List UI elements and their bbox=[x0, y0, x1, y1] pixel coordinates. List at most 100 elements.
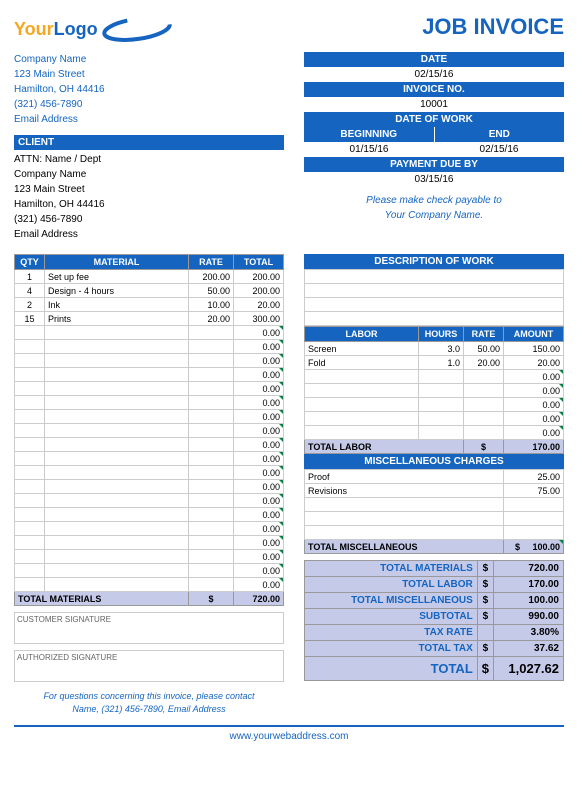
desc-header: DESCRIPTION OF WORK bbox=[304, 254, 564, 269]
sum-lab-label: TOTAL LABOR bbox=[305, 577, 478, 593]
invno-value: 10001 bbox=[304, 97, 564, 112]
sum-lab: 170.00 bbox=[494, 577, 564, 593]
table-row: 0.00 bbox=[15, 578, 284, 592]
table-row: 0.00 bbox=[305, 412, 564, 426]
table-row: Screen3.050.00150.00 bbox=[305, 342, 564, 356]
table-row: 2Ink10.0020.00 bbox=[15, 298, 284, 312]
th-labor: LABOR bbox=[305, 327, 419, 342]
date-header: DATE bbox=[304, 52, 564, 67]
swoosh-icon bbox=[102, 14, 192, 44]
due-value: 03/15/16 bbox=[304, 172, 564, 187]
materials-total-row: TOTAL MATERIALS$720.00 bbox=[15, 592, 284, 606]
labor-table: LABOR HOURS RATE AMOUNT Screen3.050.0015… bbox=[304, 326, 564, 454]
client-city: Hamilton, OH 44416 bbox=[14, 197, 284, 212]
date-value: 02/15/16 bbox=[304, 67, 564, 82]
company-block: Company Name 123 Main Street Hamilton, O… bbox=[14, 52, 284, 127]
table-row: 0.00 bbox=[15, 494, 284, 508]
table-row: 0.00 bbox=[15, 340, 284, 354]
table-row bbox=[305, 312, 564, 326]
labor-total-row: TOTAL LABOR$170.00 bbox=[305, 440, 564, 454]
client-phone: (321) 456-7890 bbox=[14, 212, 284, 227]
invno-header: INVOICE NO. bbox=[304, 82, 564, 97]
company-street: 123 Main Street bbox=[14, 67, 284, 82]
client-attn: ATTN: Name / Dept bbox=[14, 152, 284, 167]
contact-line2: Name, (321) 456-7890, Email Address bbox=[14, 703, 284, 716]
sum-misc: 100.00 bbox=[494, 593, 564, 609]
client-email: Email Address bbox=[14, 227, 284, 242]
client-street: 123 Main Street bbox=[14, 182, 284, 197]
misc-table: Proof25.00 Revisions75.00 TOTAL MISCELLA… bbox=[304, 469, 564, 554]
header: YourLogo JOB INVOICE bbox=[14, 14, 564, 44]
table-row: 0.00 bbox=[305, 398, 564, 412]
misc-total-row: TOTAL MISCELLANEOUS$ 100.00 bbox=[305, 540, 564, 554]
dow-values: 01/15/16 02/15/16 bbox=[304, 142, 564, 157]
th-material: MATERIAL bbox=[45, 255, 189, 270]
table-row: 0.00 bbox=[15, 424, 284, 438]
table-row: 4Design - 4 hours50.00200.00 bbox=[15, 284, 284, 298]
materials-table: QTY MATERIAL RATE TOTAL 1Set up fee200.0… bbox=[14, 254, 284, 606]
table-row: 0.00 bbox=[305, 370, 564, 384]
table-row: 0.00 bbox=[305, 426, 564, 440]
sum-mat: 720.00 bbox=[494, 561, 564, 577]
th-hours: HOURS bbox=[419, 327, 464, 342]
company-city: Hamilton, OH 44416 bbox=[14, 82, 284, 97]
contact-line1: For questions concerning this invoice, p… bbox=[14, 690, 284, 703]
company-email: Email Address bbox=[14, 112, 284, 127]
sum-total: 1,027.62 bbox=[494, 657, 564, 681]
table-row: 0.00 bbox=[15, 354, 284, 368]
payable-note2: Your Company Name. bbox=[304, 208, 564, 223]
table-row: 1Set up fee200.00200.00 bbox=[15, 270, 284, 284]
sum-mat-label: TOTAL MATERIALS bbox=[305, 561, 478, 577]
desc-table bbox=[304, 269, 564, 326]
client-header: CLIENT bbox=[14, 135, 284, 150]
table-row: 0.00 bbox=[15, 466, 284, 480]
sum-rate: 3.80% bbox=[494, 625, 564, 641]
beginning-header: BEGINNING bbox=[304, 127, 434, 142]
company-phone: (321) 456-7890 bbox=[14, 97, 284, 112]
table-row bbox=[305, 512, 564, 526]
summary-table: TOTAL MATERIALS$720.00 TOTAL LABOR$170.0… bbox=[304, 560, 564, 681]
table-row bbox=[305, 284, 564, 298]
dow-header: DATE OF WORK bbox=[304, 112, 564, 127]
table-row: 0.00 bbox=[15, 410, 284, 424]
customer-signature: CUSTOMER SIGNATURE bbox=[14, 612, 284, 644]
table-row: 0.00 bbox=[15, 536, 284, 550]
sum-sub-label: SUBTOTAL bbox=[305, 609, 478, 625]
beginning-value: 01/15/16 bbox=[304, 142, 434, 157]
contact-block: For questions concerning this invoice, p… bbox=[14, 690, 284, 715]
table-row: 0.00 bbox=[305, 384, 564, 398]
table-row: 0.00 bbox=[15, 326, 284, 340]
company-name: Company Name bbox=[14, 52, 284, 67]
table-row: 0.00 bbox=[15, 564, 284, 578]
table-row: 0.00 bbox=[15, 480, 284, 494]
client-name: Company Name bbox=[14, 167, 284, 182]
table-row: 0.00 bbox=[15, 368, 284, 382]
sum-misc-label: TOTAL MISCELLANEOUS bbox=[305, 593, 478, 609]
table-row: 0.00 bbox=[15, 396, 284, 410]
logo-your: Your bbox=[14, 19, 54, 39]
table-row: 0.00 bbox=[15, 382, 284, 396]
th-total: TOTAL bbox=[234, 255, 284, 270]
sum-tax: 37.62 bbox=[494, 641, 564, 657]
table-row: 0.00 bbox=[15, 452, 284, 466]
dow-subheader: BEGINNING END bbox=[304, 127, 564, 142]
table-row bbox=[305, 270, 564, 284]
sum-rate-label: TAX RATE bbox=[305, 625, 478, 641]
payable-note1: Please make check payable to bbox=[304, 193, 564, 208]
table-row bbox=[305, 498, 564, 512]
table-row: 15Prints20.00300.00 bbox=[15, 312, 284, 326]
misc-header: MISCELLANEOUS CHARGES bbox=[304, 454, 564, 469]
table-row bbox=[305, 298, 564, 312]
logo: YourLogo bbox=[14, 14, 192, 44]
footer-url: www.yourwebaddress.com bbox=[14, 725, 564, 742]
table-row: Fold1.020.0020.00 bbox=[305, 356, 564, 370]
sum-tax-label: TOTAL TAX bbox=[305, 641, 478, 657]
client-block: ATTN: Name / Dept Company Name 123 Main … bbox=[14, 150, 284, 244]
table-row: 0.00 bbox=[15, 550, 284, 564]
table-row bbox=[305, 526, 564, 540]
th-amount: AMOUNT bbox=[504, 327, 564, 342]
sum-sub: 990.00 bbox=[494, 609, 564, 625]
due-header: PAYMENT DUE BY bbox=[304, 157, 564, 172]
page-title: JOB INVOICE bbox=[422, 14, 564, 40]
th-rate: RATE bbox=[189, 255, 234, 270]
